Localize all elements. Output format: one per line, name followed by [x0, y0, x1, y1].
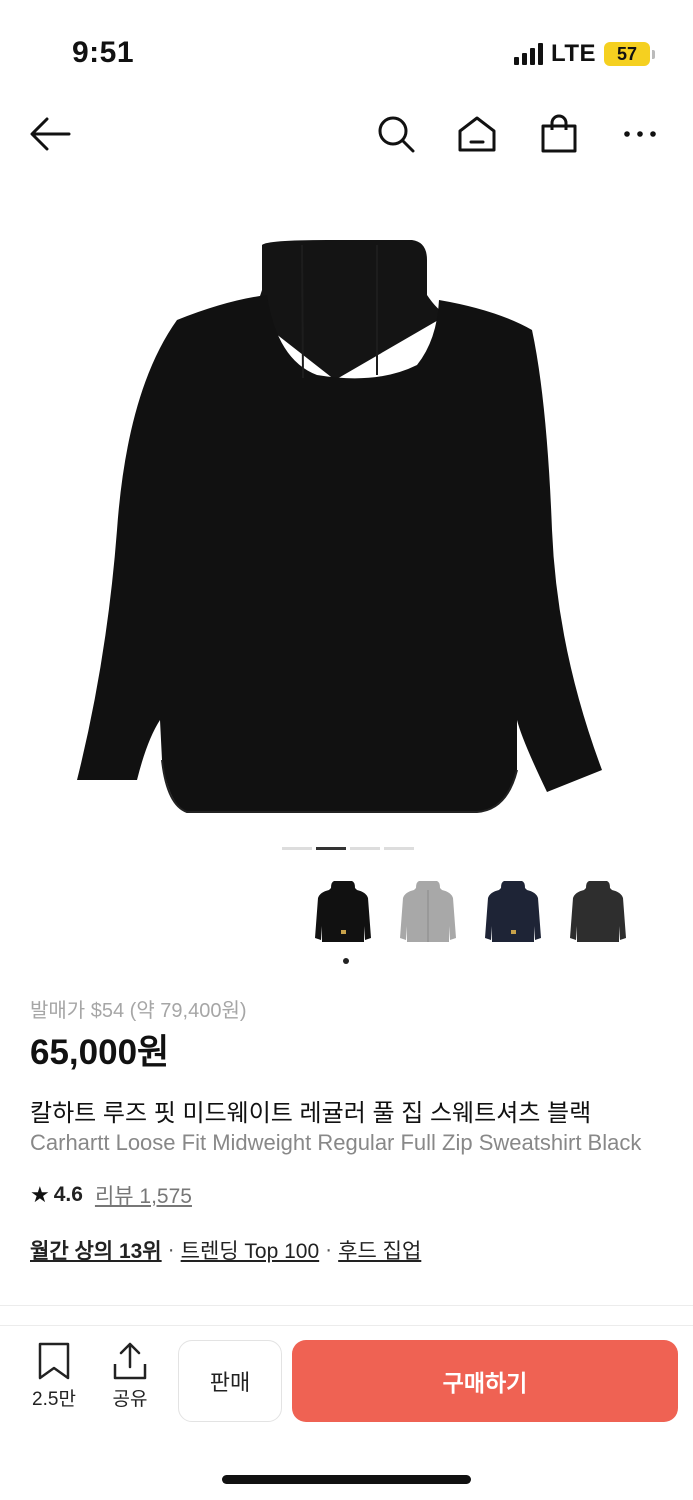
shopping-bag-icon: [541, 114, 577, 153]
signal-icon: [513, 43, 543, 65]
status-time: 9:51: [72, 36, 135, 69]
product-title-en: Carhartt Loose Fit Midweight Regular Ful…: [30, 1130, 642, 1155]
color-thumbnails: [305, 872, 635, 954]
product-price: 65,000원: [30, 1033, 170, 1072]
home-indicator: [222, 1475, 471, 1484]
carousel-dot: [384, 847, 414, 850]
network-label: LTE: [550, 40, 596, 67]
back-button[interactable]: [28, 112, 72, 156]
home-button[interactable]: [455, 112, 499, 156]
bag-button[interactable]: [537, 112, 581, 156]
battery-level: 57: [604, 42, 650, 66]
hoodie-thumbnail-image: [314, 881, 371, 942]
home-icon: [458, 116, 496, 152]
thumbnail-navy[interactable]: [475, 872, 550, 954]
thumbnail-grey[interactable]: [390, 872, 465, 954]
star-icon: ★: [30, 1182, 50, 1207]
carousel-indicator: [282, 847, 414, 850]
tags-row: 월간 상의 13위 · 트렌딩 Top 100 · 후드 집업: [30, 1235, 421, 1265]
selected-thumbnail-dot: [343, 958, 349, 964]
product-image[interactable]: [0, 190, 693, 830]
share-label: 공유: [112, 1389, 148, 1410]
status-indicators: LTE 57: [513, 40, 655, 68]
battery-icon: 57: [604, 42, 655, 66]
thumbnail-charcoal[interactable]: [560, 872, 635, 954]
review-link[interactable]: 리뷰 1,575: [95, 1180, 192, 1210]
nav-bar: [0, 100, 693, 166]
hoodie-thumbnail-image: [569, 881, 626, 942]
product-title-ko: 칼하트 루즈 핏 미드웨이트 레귤러 풀 집 스웨트셔츠 블랙: [30, 1100, 592, 1127]
tag-separator: ·: [167, 1238, 175, 1261]
search-icon: [378, 116, 415, 153]
hoodie-thumbnail-image: [484, 881, 541, 942]
buy-button[interactable]: 구매하기: [292, 1340, 678, 1422]
tag-category[interactable]: 후드 집업: [338, 1235, 421, 1265]
more-button[interactable]: [618, 112, 662, 156]
hoodie-thumbnail-image: [399, 881, 456, 942]
bottom-action-bar: 2.5만 공유 판매 구매하기: [0, 1326, 693, 1436]
rating-row: ★ 4.6 리뷰 1,575: [30, 1180, 192, 1210]
divider: [0, 1305, 693, 1306]
wishlist-button[interactable]: 2.5만: [24, 1342, 84, 1414]
thumbnail-black[interactable]: [305, 872, 380, 954]
share-button[interactable]: 공유: [100, 1342, 160, 1414]
sell-button[interactable]: 판매: [178, 1340, 282, 1422]
release-price: 발매가 $54 (약 79,400원): [30, 1000, 247, 1022]
arrow-left-icon: [30, 117, 71, 151]
carousel-dot-active: [316, 847, 346, 850]
tag-separator: ·: [325, 1238, 333, 1261]
more-horizontal-icon: [624, 131, 656, 137]
search-button[interactable]: [374, 112, 418, 156]
wishlist-count: 2.5만: [32, 1389, 76, 1410]
bookmark-icon: [38, 1342, 70, 1380]
carousel-dot: [350, 847, 380, 850]
share-icon: [113, 1342, 147, 1380]
carousel-dot: [282, 847, 312, 850]
tag-trending[interactable]: 트렌딩 Top 100: [181, 1235, 320, 1265]
hoodie-back-image: [76, 240, 602, 813]
tag-monthly-rank[interactable]: 월간 상의 13위: [30, 1235, 162, 1265]
status-bar: 9:51 LTE 57: [0, 0, 693, 100]
rating-value: 4.6: [53, 1183, 83, 1206]
